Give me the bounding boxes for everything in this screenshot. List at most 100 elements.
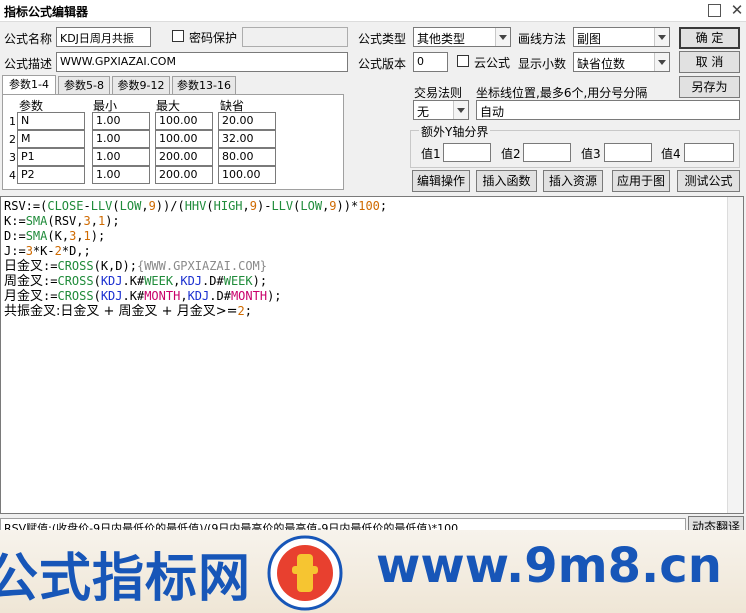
edit-ops-button[interactable]: 编辑操作 [412,170,470,192]
tab-params-1-4[interactable]: 参数1-4 [2,75,56,96]
code-token: SMA [25,229,48,243]
code-token: ( [206,199,214,213]
code-token: ( [93,274,101,288]
title-bar: 指标公式编辑器 ✕ [0,0,746,22]
param-row-number: 2 [9,133,16,146]
param-row-number: 1 [9,115,16,128]
formula-version-input[interactable]: 0 [413,52,448,72]
param-default-cell[interactable]: 100.00 [218,166,276,184]
param-name-cell[interactable]: N [17,112,85,130]
extra-y-axis-group: 额外Y轴分界 值1 值2 值3 值4 [410,123,740,168]
cancel-button[interactable]: 取 消 [679,51,740,73]
code-line: K:=SMA(RSV,3,1); [4,214,740,229]
coord-line-input[interactable]: 自动 [476,100,740,120]
param-name-cell[interactable]: P2 [17,166,85,184]
param-default-cell[interactable]: 80.00 [218,148,276,166]
decimals-value: 缺省位数 [577,57,626,71]
decimals-select[interactable]: 缺省位数 [573,52,670,72]
param-default-cell[interactable]: 32.00 [218,130,276,148]
code-token: ( [93,289,101,303]
formula-type-select[interactable]: 其他类型 [413,27,511,47]
code-token: J:= [4,244,26,258]
formula-editor[interactable]: RSV:=(CLOSE-LLV(LOW,9))/(HHV(HIGH,9)-LLV… [0,196,744,514]
formula-name-label: 公式名称 [4,32,53,46]
axis-value-3-input[interactable] [604,143,652,162]
ok-button[interactable]: 确 定 [679,27,740,49]
code-token: , [76,229,84,243]
code-token: 9 [329,199,337,213]
code-token: KDJ [187,289,210,303]
window-title: 指标公式编辑器 [4,5,89,19]
formula-type-label: 公式类型 [358,32,407,46]
code-comment: {WWW.GPXIAZAI.COM} [136,259,267,273]
cloud-formula-checkbox[interactable] [457,55,469,67]
insert-resource-button[interactable]: 插入资源 [543,170,603,192]
code-token: , [180,289,188,303]
axis-value-2-input[interactable] [523,143,571,162]
code-token: , [90,214,98,228]
code-token: RSV:=( [4,199,48,213]
chevron-down-icon [495,28,510,46]
formula-name-input[interactable]: KDJ日周月共振 [56,27,151,47]
param-min-cell[interactable]: 1.00 [92,112,150,130]
test-formula-button[interactable]: 测试公式 [677,170,740,192]
draw-method-select[interactable]: 副图 [573,27,670,47]
save-as-button[interactable]: 另存为 [679,76,740,98]
code-line: J:=3*K-2*D,; [4,244,740,259]
draw-method-label: 画线方法 [518,32,567,46]
axis-value-4-input[interactable] [684,143,734,162]
param-min-cell[interactable]: 1.00 [92,166,150,184]
maximize-icon[interactable] [708,4,721,17]
code-token: MONTH [230,289,268,303]
param-min-cell[interactable]: 1.00 [92,148,150,166]
code-token: ); [105,214,120,228]
code-token: HIGH [213,199,243,213]
code-token: ))/( [155,199,185,213]
code-token: .D# [202,274,224,288]
param-max-cell[interactable]: 100.00 [155,130,213,148]
apply-to-chart-button[interactable]: 应用于图 [612,170,670,192]
close-icon[interactable]: ✕ [730,1,744,19]
trade-rule-select[interactable]: 无 [413,100,469,120]
param-min-cell[interactable]: 1.00 [92,130,150,148]
cloud-formula-label: 云公式 [474,56,511,70]
extra-y-axis-label: 额外Y轴分界 [419,123,491,140]
editor-scrollbar[interactable] [727,197,743,513]
code-token: 2 [237,304,245,318]
param-row-number: 3 [9,151,16,164]
code-token: CLOSE [47,199,84,213]
code-token: .K# [122,274,145,288]
password-checkbox[interactable] [172,30,184,42]
code-token: (K, [47,229,70,243]
password-label: 密码保护 [189,31,238,45]
formula-type-value: 其他类型 [417,32,466,46]
tab-params-5-8[interactable]: 参数5-8 [58,76,110,95]
code-token: KDJ [180,274,203,288]
tab-params-9-12[interactable]: 参数9-12 [112,76,170,95]
code-line: 日金叉:=CROSS(K,D);{WWW.GPXIAZAI.COM} [4,259,740,274]
draw-method-value: 副图 [577,32,602,46]
param-max-cell[interactable]: 200.00 [155,148,213,166]
param-max-cell[interactable]: 100.00 [155,112,213,130]
code-token: LOW [119,199,142,213]
formula-desc-input[interactable]: WWW.GPXIAZAI.COM [56,52,348,72]
formula-version-label: 公式版本 [358,57,407,71]
trade-rule-value: 无 [417,105,430,119]
password-input[interactable] [242,27,348,47]
code-token: ); [267,289,282,303]
code-token: 3 [83,214,91,228]
code-token: (K,D); [93,259,137,273]
code-token: , [242,199,250,213]
tab-params-13-16[interactable]: 参数13-16 [172,76,236,95]
chevron-down-icon [654,28,669,46]
insert-function-button[interactable]: 插入函数 [476,170,537,192]
axis-value-1-input[interactable] [443,143,491,162]
code-token: ; [244,304,252,318]
code-token: ))* [336,199,359,213]
param-name-cell[interactable]: P1 [17,148,85,166]
param-max-cell[interactable]: 200.00 [155,166,213,184]
param-default-cell[interactable]: 20.00 [218,112,276,130]
chevron-down-icon [453,101,468,119]
param-name-cell[interactable]: M [17,130,85,148]
code-line: RSV:=(CLOSE-LLV(LOW,9))/(HHV(HIGH,9)-LLV… [4,199,740,214]
